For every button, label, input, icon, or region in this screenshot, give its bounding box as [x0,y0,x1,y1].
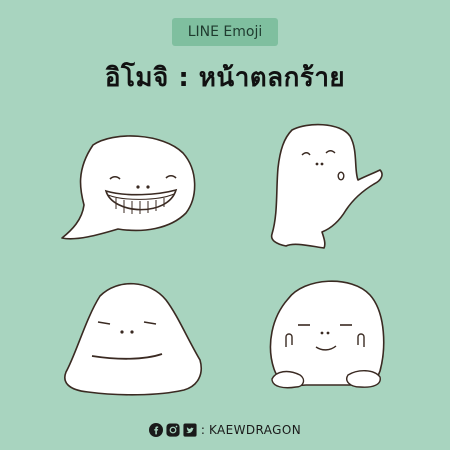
grinning-ghost-illustration [61,135,196,240]
emoji-waving-ghost [262,118,392,253]
instagram-icon[interactable] [166,423,180,437]
line-emoji-badge: LINE Emoji [172,18,278,46]
waving-ghost-illustration [270,123,383,249]
footer-handle: KAEWDRAGON [208,423,302,437]
emoji-flat-mouth-blob [58,278,208,398]
flat-mouth-blob-illustration [64,282,202,396]
emoji-smirk-blob-hands [262,275,392,395]
emoji-grinning-ghost [58,135,208,245]
twitter-icon[interactable] [183,423,197,437]
page-title: อิโมจิ : หน้าตลกร้าย [104,63,346,93]
facebook-icon[interactable] [148,423,163,437]
social-icons [148,423,197,437]
smirk-blob-hands-illustration [269,280,385,389]
badge-label: LINE Emoji [187,24,263,40]
footer-separator: : [200,423,205,437]
footer: : KAEWDRAGON [0,423,450,437]
